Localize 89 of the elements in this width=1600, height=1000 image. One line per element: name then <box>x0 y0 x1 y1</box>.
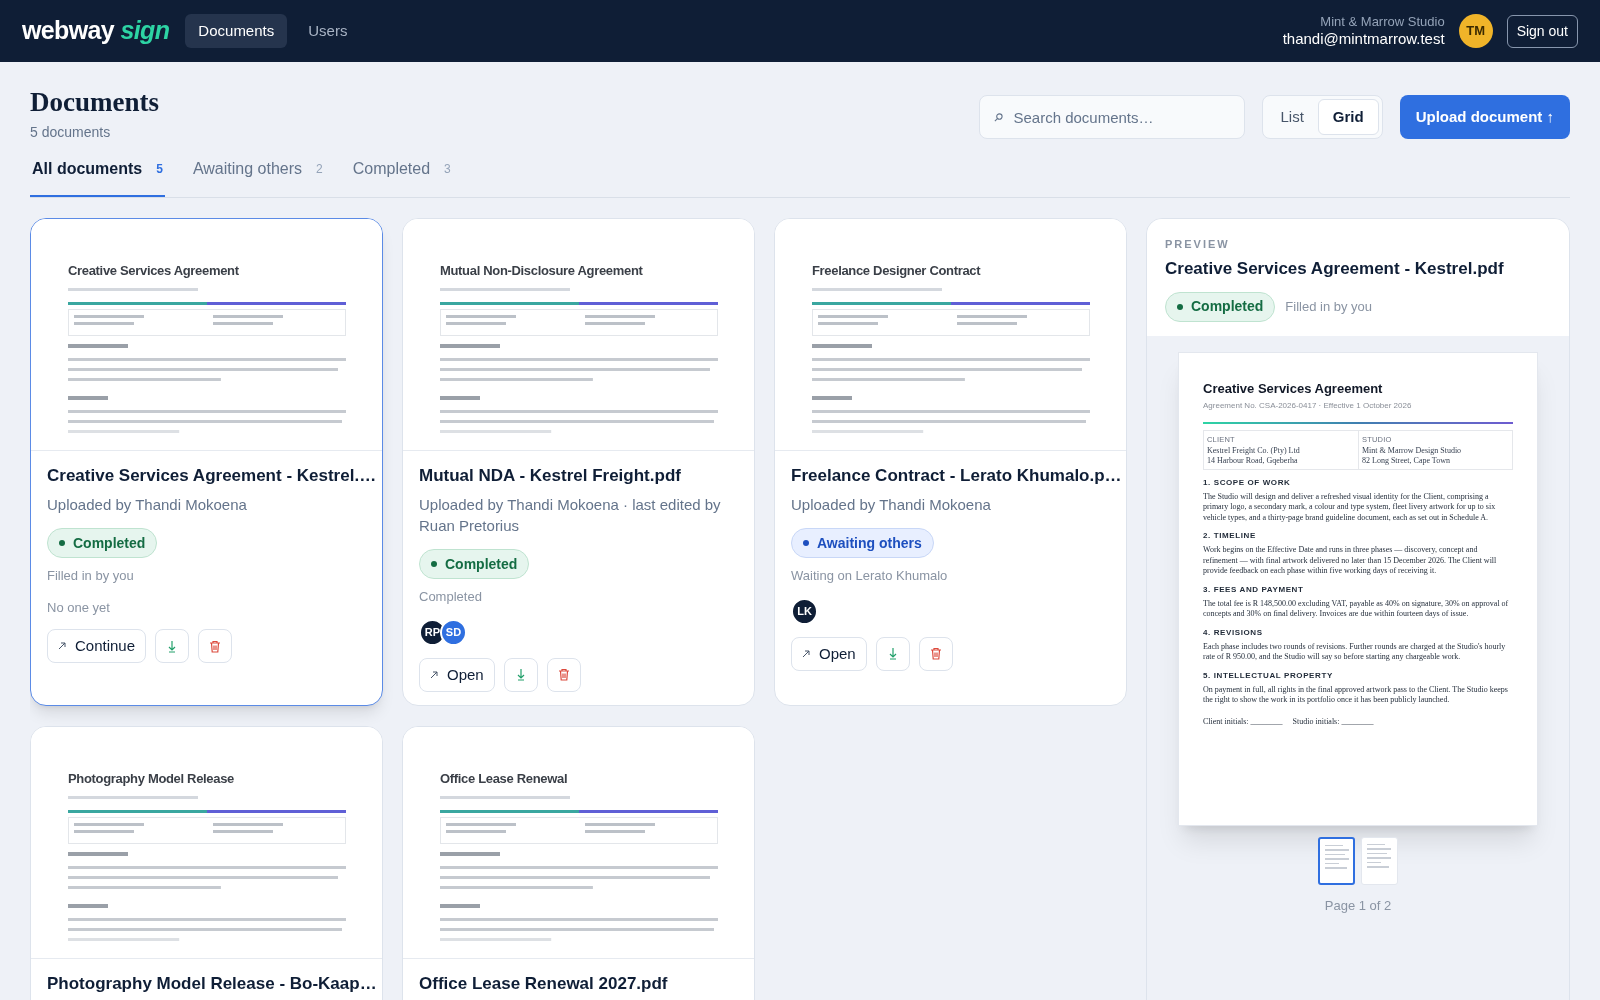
party-line: 82 Long Street, Cape Town <box>1362 455 1451 466</box>
section-text: Work begins on the Effective Date and runs in three phases — discovery, concept and refinement — with final artwork delivered no later than 15 December 2026. The Client will provide feedback on each phase within five working days of receiving it. <box>1203 545 1498 577</box>
status-note: Waiting on Lerato Khumalo <box>791 567 948 586</box>
document-title: Photography Model Release - Bo-Kaap… <box>47 972 377 995</box>
party-line: 14 Harbour Road, Gqeberha <box>1207 455 1299 466</box>
trash-icon <box>557 668 570 682</box>
sign-out-button[interactable]: Sign out <box>1506 14 1578 48</box>
thumbnail-title: Mutual Non-Disclosure Agreement <box>440 261 644 280</box>
user-avatar[interactable]: TM <box>1458 14 1493 48</box>
document-card[interactable]: Photography Model Release Photography Model Release - Bo-Kaap… <box>30 725 383 1000</box>
delete-button[interactable] <box>546 657 581 692</box>
download-button[interactable] <box>503 657 538 692</box>
arrow-icon <box>802 649 810 658</box>
search-icon <box>994 113 1004 122</box>
open-document-button[interactable]: Continue <box>47 629 147 664</box>
document-count: 5 documents <box>30 122 112 142</box>
status-badge: Awaiting others <box>791 528 934 559</box>
tab-count: 3 <box>444 160 451 178</box>
filter-tab[interactable]: Completed 3 <box>350 156 453 197</box>
thumbnail-title: Creative Services Agreement <box>68 261 240 280</box>
document-title: Office Lease Renewal 2027.pdf <box>419 972 668 995</box>
trash-icon <box>209 639 222 653</box>
nav-tab[interactable]: Users <box>295 13 361 49</box>
trash-icon <box>929 647 942 661</box>
party-line: Kestrel Freight Co. (Pty) Ltd <box>1207 445 1301 456</box>
tab-count: 5 <box>156 160 163 178</box>
section-heading: 4. REVISIONS <box>1203 626 1264 639</box>
initials-line: Client initials: ________ <box>1203 715 1283 728</box>
arrow-icon <box>430 670 438 679</box>
section-text: The total fee is R 148,500.00 excluding VAT, payable as 40% on signature, 30% on approval of concepts and 30% on final delivery. Invoices are due within fourteen days of issue. <box>1203 598 1510 620</box>
section-text: The Studio will design and deliver a refreshed visual identity for the Client, comprising a primary logo, a secondary mark, a colour and type system, fleet livery artwork for up to six vehicle types, and a thirty-page brand guideline document, each as set out in Schedule A. <box>1203 491 1497 523</box>
document-card[interactable]: Mutual Non-Disclosure Agreement Mutual NDA - Kestrel Freight.pdf Uploaded by Thandi Mokoena · last edited by Ruan Pretorius Completed Completed RP SD Open <box>402 217 755 706</box>
status-note: Filled in by you <box>47 567 134 586</box>
delete-button[interactable] <box>198 629 233 664</box>
preview-label: PREVIEW <box>1165 236 1231 252</box>
logo: webway sign <box>22 15 170 47</box>
user-email: thandi@mintmarrow.test <box>1282 29 1445 49</box>
signers-note: No one yet <box>47 598 110 617</box>
view-toggle-button[interactable]: List <box>1266 99 1318 135</box>
page-indicator: Page 1 of 2 <box>1323 896 1393 915</box>
uploaded-by-text: Uploaded by Thandi Mokoena · last edited by Ruan Pretorius <box>419 495 722 537</box>
download-button[interactable] <box>155 629 190 664</box>
search-field[interactable]: Search documents… <box>979 95 1246 139</box>
status-badge: Completed <box>419 549 530 580</box>
thumbnail-title: Office Lease Renewal <box>440 769 569 788</box>
organization-name: Mint & Marrow Studio <box>1319 13 1445 30</box>
uploaded-by-text: Uploaded by Thandi Mokoena <box>791 495 991 516</box>
open-document-button[interactable]: Open <box>419 657 495 692</box>
section-heading: 2. TIMELINE <box>1203 530 1257 542</box>
upload-document-button[interactable]: Upload document ↑ <box>1399 95 1570 139</box>
section-text: On payment in full, all rights in the final approved artwork pass to the Client. The Studio keeps the right to show the work in its portfolio once it has been publicly launched. <box>1203 684 1509 706</box>
document-card[interactable]: Office Lease Renewal Office Lease Renewal 2027.pdf <box>402 725 755 1000</box>
download-icon <box>888 647 897 661</box>
view-toggle-button[interactable]: Grid <box>1317 99 1379 135</box>
initials-line: Studio initials: ________ <box>1292 715 1374 728</box>
thumbnail-title: Freelance Designer Contract <box>812 261 982 280</box>
status-note: Completed <box>419 588 482 607</box>
document-card[interactable]: Freelance Designer Contract Freelance Contract - Lerato Khumalo.p… Uploaded by Thandi Mokoena Awaiting others Waiting on Lerato Khumalo LK Open <box>774 217 1127 706</box>
section-heading: 3. FEES AND PAYMENT <box>1203 583 1305 596</box>
download-button[interactable] <box>875 636 910 671</box>
download-icon <box>516 668 525 682</box>
uploaded-by-text: Uploaded by Thandi Mokoena <box>47 495 247 516</box>
open-document-button[interactable]: Open <box>791 636 867 671</box>
signer-avatar: SD <box>440 618 467 646</box>
thumbnail-title: Photography Model Release <box>68 769 235 788</box>
document-title: Mutual NDA - Kestrel Freight.pdf <box>419 464 681 487</box>
document-card[interactable]: Creative Services Agreement Creative Services Agreement - Kestrel.… Uploaded by Thandi Mokoena Completed Filled in by you No one yet Continue <box>30 217 383 706</box>
status-badge: Completed <box>1165 291 1276 322</box>
status-note: Filled in by you <box>1285 298 1373 316</box>
preview-title: Creative Services Agreement - Kestrel.pdf <box>1165 258 1505 281</box>
document-title: Creative Services Agreement - Kestrel.… <box>47 464 377 487</box>
arrow-icon <box>58 642 66 651</box>
section-heading: 5. INTELLECTUAL PROPERTY <box>1203 669 1334 682</box>
party-line: Mint & Marrow Design Studio <box>1362 445 1463 456</box>
page-title: Documents <box>30 86 159 119</box>
nav-tab[interactable]: Documents <box>185 13 288 49</box>
signer-avatar: LK <box>791 597 818 625</box>
tab-count: 2 <box>316 160 323 178</box>
delete-button[interactable] <box>918 636 953 671</box>
document-heading: Creative Services Agreement <box>1203 379 1384 398</box>
page-thumbnail[interactable] <box>1318 836 1355 885</box>
document-title: Freelance Contract - Lerato Khumalo.p… <box>791 464 1122 487</box>
status-badge: Completed <box>47 528 158 559</box>
agreement-meta: Agreement No. CSA-2026-0417 · Effective 1 October 2026 <box>1203 400 1413 413</box>
section-heading: 1. SCOPE OF WORK <box>1203 476 1292 489</box>
filter-tab[interactable]: Awaiting others 2 <box>190 156 325 197</box>
download-icon <box>168 639 177 653</box>
filter-tab[interactable]: All documents 5 <box>30 156 165 197</box>
section-text: Each phase includes two rounds of revisions. Further rounds are charged at the Studio's hourly rate of R 950.00, and the Studio will say so before starting any chargeable work. <box>1203 641 1507 663</box>
